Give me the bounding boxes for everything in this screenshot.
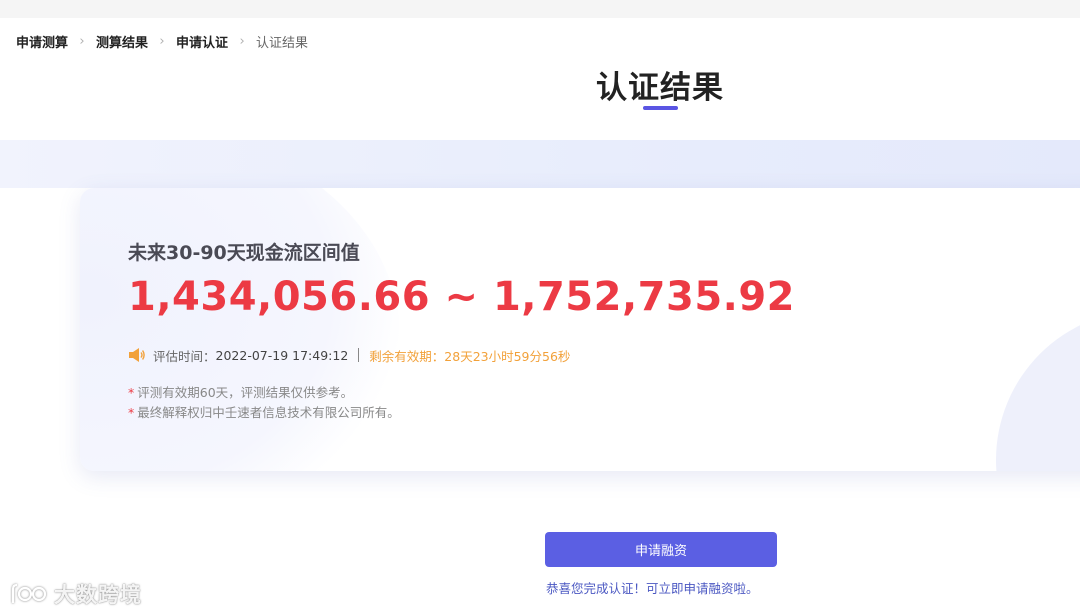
watermark: 大数跨境 <box>10 580 142 608</box>
asterisk-icon: * <box>128 385 135 400</box>
breadcrumb-item-calc-result[interactable]: 测算结果 <box>96 32 148 51</box>
note-text: 评测有效期60天，评测结果仅供参考。 <box>137 385 354 400</box>
page-title: 认证结果 <box>596 70 724 106</box>
note-item: * 评测有效期60天，评测结果仅供参考。 <box>128 383 400 403</box>
remaining-validity-value: 28天23小时59分56秒 <box>444 348 571 364</box>
chevron-right-icon: › <box>159 33 165 49</box>
card-decoration <box>80 188 400 471</box>
top-bar <box>0 0 1080 18</box>
chevron-right-icon: › <box>79 33 85 49</box>
breadcrumb: 申请测算 › 测算结果 › 申请认证 › 认证结果 <box>16 31 308 51</box>
cashflow-range-value: 1,434,056.66 ~ 1,752,735.92 <box>128 274 796 320</box>
cashflow-range-label: 未来30-90天现金流区间值 <box>128 242 360 264</box>
apply-financing-button[interactable]: 申请融资 <box>545 532 777 567</box>
eval-time-value: 2022-07-19 17:49:12 <box>215 347 349 363</box>
eval-time-label: 评估时间： <box>153 348 216 364</box>
chevron-right-icon: › <box>239 33 245 49</box>
breadcrumb-item-apply-cert[interactable]: 申请认证 <box>176 32 228 51</box>
card-decoration <box>996 310 1080 471</box>
remaining-validity-label: 剩余有效期： <box>369 348 445 364</box>
title-underline <box>643 106 678 110</box>
logo-icon <box>11 583 47 603</box>
breadcrumb-item-cert-result: 认证结果 <box>256 35 309 51</box>
speaker-icon <box>129 348 145 362</box>
congrats-message: 恭喜您完成认证！可立即申请融资啦。 <box>546 581 759 596</box>
result-card: 未来30-90天现金流区间值 1,434,056.66 ~ 1,752,735.… <box>80 188 1080 471</box>
evaluation-info: 评估时间： 2022-07-19 17:49:12 剩余有效期： 28天23小时… <box>128 345 570 365</box>
page: 申请测算 › 测算结果 › 申请认证 › 认证结果 认证结果 未来30-90天现… <box>0 0 1080 614</box>
note-text: 最终解释权归中壬速者信息技术有限公司所有。 <box>137 405 400 420</box>
divider <box>358 348 360 362</box>
note-item: * 最终解释权归中壬速者信息技术有限公司所有。 <box>128 403 400 423</box>
watermark-text: 大数跨境 <box>54 583 142 607</box>
disclaimer-notes: * 评测有效期60天，评测结果仅供参考。 * 最终解释权归中壬速者信息技术有限公司所… <box>128 383 400 423</box>
breadcrumb-item-apply-calc[interactable]: 申请测算 <box>16 32 68 51</box>
asterisk-icon: * <box>128 405 135 420</box>
